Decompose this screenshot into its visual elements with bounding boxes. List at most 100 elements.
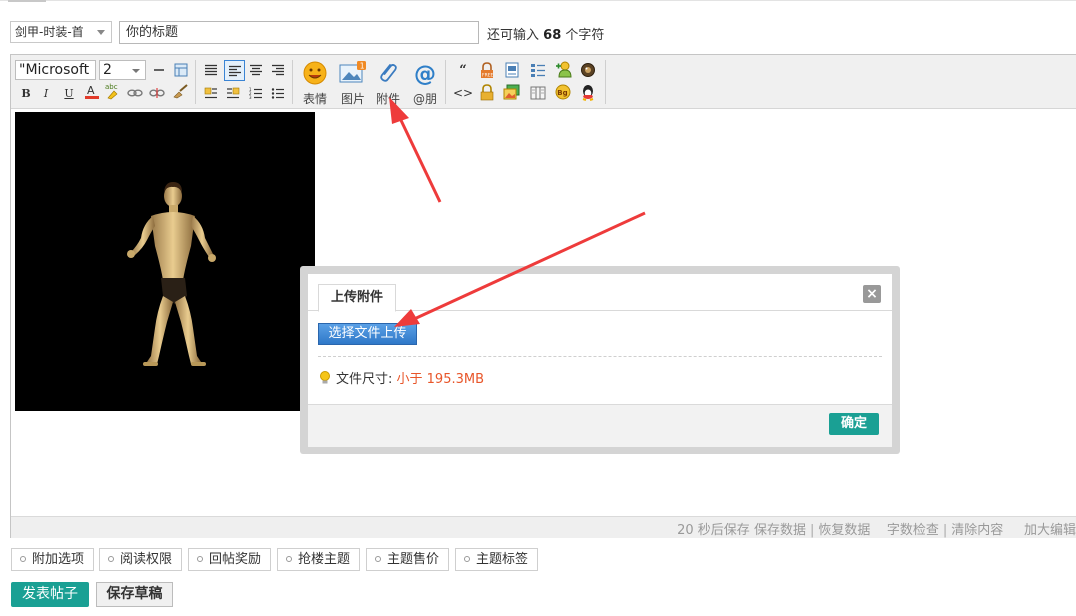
media-icon[interactable] [579, 61, 597, 79]
columns-icon[interactable] [529, 84, 547, 102]
chevron-down-icon [97, 30, 105, 35]
clear-format-icon[interactable] [171, 82, 189, 100]
option-floor-grab[interactable]: 抢楼主题 [277, 548, 361, 571]
background-color-icon[interactable]: abc [104, 82, 122, 100]
quote-icon[interactable]: “ [454, 61, 472, 79]
align-left-icon[interactable] [224, 60, 245, 81]
svg-text:3: 3 [249, 95, 252, 99]
publish-button[interactable]: 发表帖子 [11, 582, 89, 607]
category-select[interactable]: 剑甲-时装-首 [10, 21, 112, 43]
attachment-label: 附件 [375, 92, 400, 106]
toolbar-separator [445, 60, 446, 104]
chevron-down-icon [132, 69, 140, 73]
free-icon[interactable]: FREE [478, 61, 496, 79]
qq-icon[interactable] [579, 83, 597, 101]
confirm-button[interactable]: 确定 [829, 413, 879, 435]
remain-count: 68 [543, 28, 562, 43]
unlink-icon[interactable] [148, 84, 166, 102]
status-separator: | [942, 523, 948, 538]
svg-text:FREE: FREE [482, 72, 494, 78]
dialog-footer [308, 404, 892, 447]
option-label: 主题标签 [476, 552, 529, 567]
svg-text:@: @ [414, 62, 436, 86]
float-image-right-icon[interactable] [224, 84, 242, 102]
close-icon[interactable]: × [863, 285, 881, 303]
code-icon[interactable]: <> [453, 84, 473, 102]
file-size-info: 文件尺寸: 小于 195.3MB [319, 368, 484, 387]
emoji-label: 表情 [302, 92, 327, 106]
character-figure [127, 182, 216, 366]
italic-icon[interactable]: I [37, 84, 55, 102]
mention-button[interactable]: @ @朋 [408, 60, 442, 107]
align-right-icon[interactable] [269, 61, 287, 79]
clear-content-link[interactable]: 清除内容 [951, 523, 1003, 538]
lock-icon[interactable] [478, 83, 496, 101]
title-input[interactable]: 你的标题 [119, 21, 479, 44]
status-separator: | [809, 523, 815, 538]
horizontal-rule-icon[interactable] [150, 61, 168, 79]
user-add-icon[interactable] [554, 60, 572, 78]
option-label: 主题售价 [387, 552, 440, 567]
option-label: 抢楼主题 [298, 552, 351, 567]
font-color-icon[interactable]: A [83, 82, 101, 100]
tab-upload-attachment[interactable]: 上传附件 [318, 284, 396, 312]
option-thread-price[interactable]: 主题售价 [366, 548, 450, 571]
underline-icon[interactable]: U [60, 84, 78, 102]
toolbar-separator [195, 60, 196, 104]
align-center-icon[interactable] [247, 61, 265, 79]
bold-icon[interactable]: B [17, 84, 35, 102]
image-label: 图片 [340, 92, 365, 106]
bullet-icon [286, 555, 292, 562]
content-image[interactable] [15, 112, 315, 411]
file-size-value: 小于 195.3MB [396, 372, 485, 387]
float-image-left-icon[interactable] [202, 84, 220, 102]
option-read-permission[interactable]: 阅读权限 [99, 548, 183, 571]
toolbar-separator [605, 60, 606, 104]
top-divider [0, 0, 1076, 1]
restore-data-link[interactable]: 恢复数据 [818, 523, 870, 538]
attachment-button[interactable]: 附件 [371, 60, 405, 107]
link-icon[interactable] [126, 84, 144, 102]
font-family-select[interactable]: "Microsoft [15, 60, 96, 80]
status-actions: 20 秒后保存 保存数据 | 恢复数据 字数检查 | 清除内容 加大编辑 [677, 519, 1076, 538]
font-size-select[interactable]: 2 [99, 60, 146, 80]
gallery-icon[interactable] [503, 83, 521, 101]
word-check-link[interactable]: 字数检查 [887, 523, 939, 538]
toolbar-separator [292, 60, 293, 104]
code-block-icon[interactable] [503, 61, 521, 79]
svg-text:abc: abc [105, 83, 118, 91]
image-icon: 1 [339, 61, 366, 83]
emoji-button[interactable]: 表情 [298, 60, 332, 107]
save-data-link[interactable]: 保存数据 [754, 523, 806, 538]
background-music-icon[interactable]: Bg [554, 83, 572, 101]
file-size-label: 文件尺寸: [336, 372, 393, 387]
indent-list-icon[interactable] [529, 61, 547, 79]
bullet-icon [375, 555, 381, 562]
option-thread-tags[interactable]: 主题标签 [455, 548, 539, 571]
option-reply-reward[interactable]: 回帖奖励 [188, 548, 272, 571]
lightbulb-icon [320, 371, 330, 384]
option-extra[interactable]: 附加选项 [11, 548, 95, 571]
svg-text:A: A [87, 84, 95, 97]
table-icon[interactable] [172, 61, 190, 79]
enlarge-editor-link[interactable]: 加大编辑 [1024, 523, 1076, 538]
top-tab-marker [8, 0, 46, 2]
bullet-icon [108, 555, 114, 562]
autosave-timer: 20 秒后保存 [677, 523, 750, 538]
image-button[interactable]: 1 图片 [336, 60, 370, 107]
float-left-icon[interactable] [202, 61, 220, 79]
remain-suffix: 个字符 [565, 28, 605, 43]
save-draft-button[interactable]: 保存草稿 [96, 582, 173, 607]
option-label: 回帖奖励 [209, 552, 262, 567]
ordered-list-icon[interactable]: 123 [247, 84, 265, 102]
paperclip-icon [380, 64, 397, 82]
bullet-icon [197, 555, 203, 562]
mention-label: @朋 [412, 92, 437, 106]
category-select-value: 剑甲-时装-首 [15, 25, 84, 39]
unordered-list-icon[interactable] [269, 84, 287, 102]
option-label: 附加选项 [32, 552, 85, 567]
bullet-icon [464, 555, 470, 562]
choose-file-upload-button[interactable]: 选择文件上传 [318, 323, 417, 345]
option-label: 阅读权限 [120, 552, 173, 567]
svg-text:Bg: Bg [557, 89, 567, 97]
